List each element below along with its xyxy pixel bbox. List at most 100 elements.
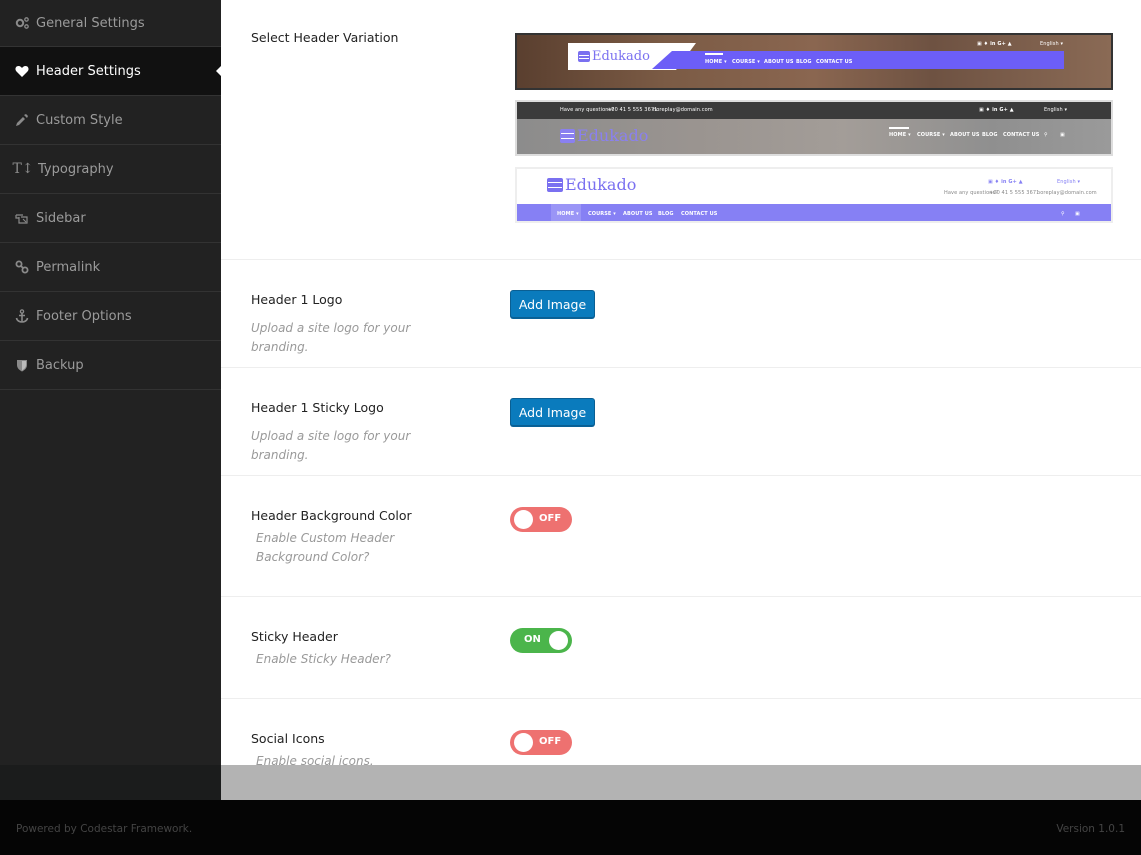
sidebar-bottom-strip	[0, 765, 221, 800]
toggle-state-label: ON	[524, 634, 541, 645]
toggle-knob	[549, 631, 568, 650]
preview-nav-item: COURSE ▾	[917, 132, 945, 138]
preview-topbar-phone: +00 41 5 555 3671	[989, 190, 1040, 196]
header-bg-color-label: Header Background Color	[251, 508, 412, 523]
sidebar-item-label: Footer Options	[36, 308, 132, 324]
preview-nav-item: CONTACT US	[681, 211, 718, 217]
sidebar-item-header-settings[interactable]: Header Settings	[0, 47, 221, 96]
sticky-header-description: Enable Sticky Header?	[256, 652, 391, 666]
preview-nav-item: BLOG	[796, 59, 812, 65]
preview-nav-item: HOME ▾	[889, 132, 911, 138]
preview-brand: Edukado	[578, 49, 650, 64]
sidebar: General Settings Header Settings Custom …	[0, 0, 221, 800]
header-logo-add-image-button[interactable]: Add Image	[510, 290, 595, 318]
preview-search-icon: ⚲	[1044, 132, 1048, 138]
preview-nav-item: CONTACT US	[816, 59, 853, 65]
sidebar-item-label: Header Settings	[36, 63, 141, 79]
sidebar-item-label: General Settings	[36, 15, 145, 31]
preview-nav-item: COURSE ▾	[588, 211, 616, 217]
preview-language: English ▾	[1040, 41, 1064, 47]
header-bg-color-row: Header Background Color Enable Custom He…	[221, 476, 1141, 597]
social-icons-label: Social Icons	[251, 731, 325, 746]
preview-nav-item: ABOUT US	[623, 211, 653, 217]
sidebar-item-label: Sidebar	[36, 210, 86, 226]
save-bar-overlay	[221, 765, 1141, 800]
social-icons-row: Social Icons Enable social icons. OFF	[221, 699, 1141, 765]
preview-brand: Edukado	[560, 126, 648, 145]
preview-nav-item: ABOUT US	[950, 132, 980, 138]
book-logo-icon	[547, 177, 563, 192]
toggle-knob	[514, 733, 533, 752]
app-window: General Settings Header Settings Custom …	[0, 0, 1141, 800]
sidebar-item-general-settings[interactable]: General Settings	[0, 0, 221, 47]
preview-nav-bar	[652, 51, 1064, 69]
preview-topbar-email: noreplay@domain.com	[653, 107, 713, 113]
preview-nav-item: BLOG	[658, 211, 674, 217]
preview-nav-item: HOME ▾	[705, 59, 727, 65]
sticky-header-label: Sticky Header	[251, 629, 338, 644]
preview-topbar-phone: +00 41 5 555 3671	[607, 107, 658, 113]
sidebar-item-label: Typography	[38, 161, 114, 177]
sticky-header-toggle[interactable]: ON	[510, 628, 572, 653]
preview-topbar-question: Have any questions?	[560, 107, 614, 113]
header-variation-row: Select Header Variation Edukado HOME ▾ C…	[221, 0, 1141, 260]
preview-active-indicator	[889, 127, 909, 129]
sidebar-item-label: Permalink	[36, 259, 101, 275]
eyedropper-icon	[14, 112, 30, 128]
sidebar-item-backup[interactable]: Backup	[0, 341, 221, 390]
powered-by-text: Powered by Codestar Framework.	[16, 823, 193, 835]
preview-topbar-email: noreplay@domain.com	[1037, 190, 1097, 196]
sidebar-item-permalink[interactable]: Permalink	[0, 243, 221, 292]
header-logo-label: Header 1 Logo	[251, 292, 343, 307]
book-logo-icon	[578, 51, 590, 62]
sidebar-item-custom-style[interactable]: Custom Style	[0, 96, 221, 145]
header-logo-description: Upload a site logo for your branding.	[251, 321, 411, 354]
text-height-icon: T↕	[12, 161, 34, 177]
toggle-state-label: OFF	[539, 736, 562, 747]
preview-cart-icon: ▣	[1075, 211, 1080, 217]
preview-nav-item: COURSE ▾	[732, 59, 760, 65]
preview-cart-icon: ▣	[1060, 132, 1065, 138]
toggle-state-label: OFF	[539, 513, 562, 524]
preview-search-icon: ⚲	[1061, 211, 1065, 217]
preview-language: English ▾	[1044, 107, 1068, 113]
footer: Powered by Codestar Framework. Version 1…	[0, 800, 1141, 855]
sidebar-item-footer-options[interactable]: Footer Options	[0, 292, 221, 341]
hand-pointer-icon	[14, 210, 30, 226]
sidebar-item-label: Backup	[36, 357, 84, 373]
social-icons-description: Enable social icons.	[256, 754, 374, 765]
header-variation-option-3[interactable]: Edukado ▣ ♦ in G+ ▲ English ▾ Have any q…	[515, 167, 1113, 223]
anchor-icon	[14, 308, 30, 324]
preview-nav-item: CONTACT US	[1003, 132, 1040, 138]
header-bg-color-description: Enable Custom Header Background Color?	[256, 531, 395, 564]
header-variation-label: Select Header Variation	[251, 30, 399, 45]
book-logo-icon	[560, 128, 575, 143]
preview-nav-item: BLOG	[982, 132, 998, 138]
preview-brand: Edukado	[547, 175, 636, 194]
preview-nav-item: ABOUT US	[764, 59, 794, 65]
preview-social-icons: ▣ ♦ in G+ ▲	[977, 41, 1012, 47]
sticky-logo-label: Header 1 Sticky Logo	[251, 400, 384, 415]
sidebar-item-label: Custom Style	[36, 112, 123, 128]
social-icons-toggle[interactable]: OFF	[510, 730, 572, 755]
settings-content: Select Header Variation Edukado HOME ▾ C…	[221, 0, 1141, 765]
version-text: Version 1.0.1	[1056, 823, 1125, 835]
preview-social-icons: ▣ ♦ in G+ ▲	[979, 107, 1014, 113]
preview-nav-item: HOME ▾	[557, 211, 579, 217]
sidebar-item-sidebar[interactable]: Sidebar	[0, 194, 221, 243]
link-icon	[14, 259, 30, 275]
header-variation-option-2[interactable]: Have any questions? +00 41 5 555 3671 no…	[515, 100, 1113, 156]
header-bg-color-toggle[interactable]: OFF	[510, 507, 572, 532]
heart-icon	[14, 63, 30, 79]
sticky-logo-description: Upload a site logo for your branding.	[251, 429, 411, 462]
sticky-logo-row: Header 1 Sticky Logo Upload a site logo …	[221, 368, 1141, 476]
preview-social-icons: ▣ ♦ in G+ ▲	[988, 179, 1023, 185]
preview-language: English ▾	[1057, 179, 1081, 185]
header-logo-row: Header 1 Logo Upload a site logo for you…	[221, 260, 1141, 368]
sidebar-item-typography[interactable]: T↕ Typography	[0, 145, 221, 194]
sticky-logo-add-image-button[interactable]: Add Image	[510, 398, 595, 426]
sticky-header-row: Sticky Header Enable Sticky Header? ON	[221, 597, 1141, 699]
preview-active-indicator	[705, 53, 723, 55]
toggle-knob	[514, 510, 533, 529]
header-variation-option-1[interactable]: Edukado HOME ▾ COURSE ▾ ABOUT US BLOG CO…	[515, 33, 1113, 90]
